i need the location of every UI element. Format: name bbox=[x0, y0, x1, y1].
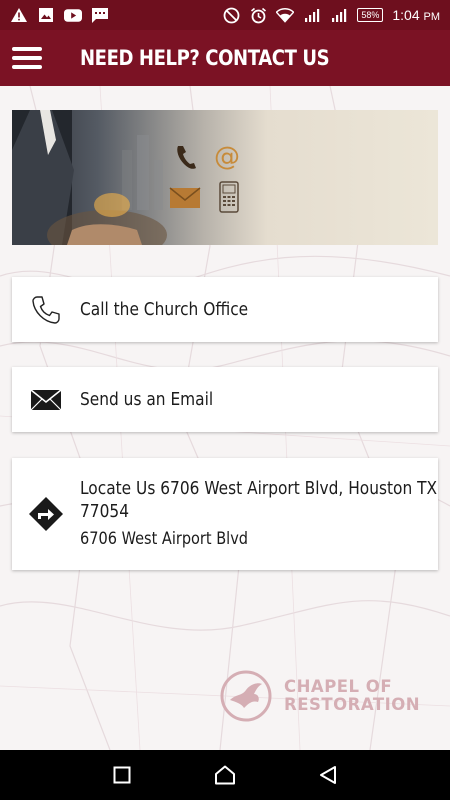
system-nav-bar bbox=[0, 750, 450, 800]
hamburger-menu-icon[interactable] bbox=[12, 47, 42, 69]
clock-time: 1:04 bbox=[392, 7, 420, 23]
chapel-logo: CHAPEL OF RESTORATION bbox=[220, 670, 420, 722]
dove-logo-icon bbox=[220, 670, 272, 722]
directions-icon bbox=[12, 496, 80, 532]
image-icon bbox=[37, 6, 55, 24]
alarm-icon bbox=[249, 6, 267, 24]
do-not-disturb-icon bbox=[222, 6, 240, 24]
battery-percent: 58 bbox=[361, 10, 372, 20]
send-email-button[interactable]: Send us an Email bbox=[12, 367, 438, 432]
locate-address: 6706 West Airport Blvd bbox=[80, 529, 249, 548]
envelope-icon bbox=[12, 388, 80, 411]
signal-icon bbox=[303, 6, 321, 24]
logo-wordmark: CHAPEL OF RESTORATION bbox=[284, 678, 420, 714]
home-icon[interactable] bbox=[205, 755, 245, 795]
warning-icon bbox=[10, 6, 28, 24]
clock-suffix: PM bbox=[423, 11, 441, 23]
locate-label-line2: 77054 bbox=[80, 502, 129, 522]
locate-us-button[interactable]: Locate Us 6706 West Airport Blvd, Housto… bbox=[12, 458, 438, 570]
banner-illustration: @ bbox=[12, 110, 240, 245]
locate-label-line1: Locate Us 6706 West Airport Blvd, Housto… bbox=[80, 479, 438, 499]
phone-icon bbox=[12, 295, 80, 325]
battery-indicator: 58% bbox=[357, 8, 384, 22]
call-office-button[interactable]: Call the Church Office bbox=[12, 277, 438, 342]
status-bar-notifications bbox=[10, 6, 109, 24]
youtube-icon bbox=[64, 6, 82, 24]
logo-line1: CHAPEL OF bbox=[284, 677, 393, 696]
status-bar-system: 58% 1:04 PM bbox=[222, 6, 440, 24]
signal-icon-2 bbox=[330, 6, 348, 24]
recents-square-icon[interactable] bbox=[102, 755, 142, 795]
page-title: NEED HELP? CONTACT US bbox=[80, 46, 330, 70]
locate-text-group: Locate Us 6706 West Airport Blvd, Housto… bbox=[80, 478, 450, 550]
contact-banner-image: @ bbox=[12, 110, 438, 245]
call-office-label: Call the Church Office bbox=[80, 299, 249, 320]
app-bar: NEED HELP? CONTACT US bbox=[0, 30, 450, 86]
back-triangle-icon[interactable] bbox=[308, 755, 348, 795]
clock: 1:04 PM bbox=[392, 7, 440, 23]
status-bar: 58% 1:04 PM bbox=[0, 0, 450, 30]
wifi-icon bbox=[276, 6, 295, 24]
svg-text:@: @ bbox=[214, 142, 240, 172]
send-email-label: Send us an Email bbox=[80, 389, 214, 410]
logo-line2: RESTORATION bbox=[284, 695, 421, 714]
message-icon bbox=[91, 6, 109, 24]
